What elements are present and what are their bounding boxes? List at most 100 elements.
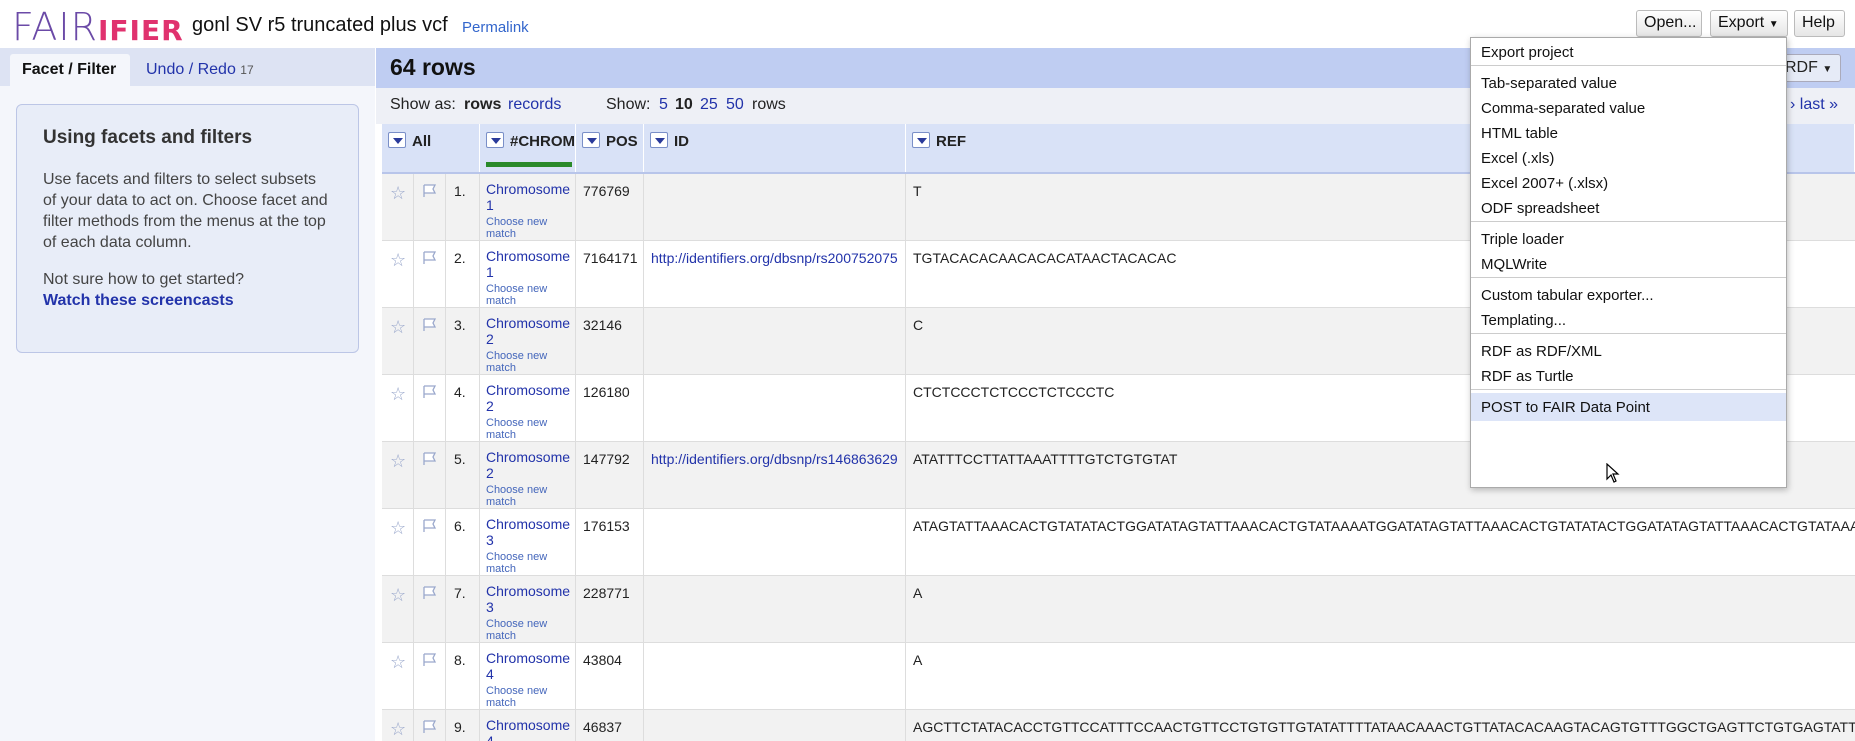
table-row: ☆ 7. Chromosome 3 Choose new match 228771 A bbox=[382, 576, 1855, 643]
id-cell[interactable] bbox=[644, 375, 906, 442]
chrom-match-link[interactable]: Chromosome 4 bbox=[486, 650, 570, 682]
id-cell[interactable]: http://identifiers.org/dbsnp/rs146863629 bbox=[644, 442, 906, 509]
flag-cell bbox=[414, 174, 446, 241]
export-menu-item[interactable]: Custom tabular exporter... bbox=[1471, 281, 1786, 309]
view-rows-option[interactable]: rows bbox=[464, 96, 501, 114]
choose-new-match-link[interactable]: Choose new match bbox=[486, 283, 569, 307]
star-icon[interactable]: ☆ bbox=[390, 183, 406, 204]
export-menu-item[interactable]: MQLWrite bbox=[1471, 250, 1786, 278]
permalink-link[interactable]: Permalink bbox=[462, 19, 529, 36]
id-cell[interactable] bbox=[644, 710, 906, 741]
column-header-chrom[interactable]: #CHROM bbox=[480, 124, 576, 172]
flag-cell bbox=[414, 710, 446, 741]
export-menu-item[interactable]: RDF as RDF/XML bbox=[1471, 337, 1786, 365]
id-cell[interactable] bbox=[644, 174, 906, 241]
star-cell: ☆ bbox=[382, 174, 414, 241]
page-size-10[interactable]: 10 bbox=[675, 96, 693, 114]
pos-cell: 126180 bbox=[576, 375, 644, 442]
export-menu-item[interactable]: Templating... bbox=[1471, 306, 1786, 334]
star-cell: ☆ bbox=[382, 710, 414, 741]
id-cell[interactable] bbox=[644, 308, 906, 375]
undo-count-badge: 17 bbox=[240, 63, 254, 77]
flag-icon[interactable] bbox=[422, 519, 438, 533]
open-button[interactable]: Open... bbox=[1636, 10, 1702, 37]
table-row: ☆ 9.Chromosome 4Choose new match46837 AGCT… bbox=[382, 710, 1855, 741]
column-header-id[interactable]: ID bbox=[644, 124, 906, 172]
star-icon[interactable]: ☆ bbox=[390, 384, 406, 405]
id-cell[interactable] bbox=[644, 509, 906, 576]
project-title[interactable]: gonl SV r5 truncated plus vcf bbox=[192, 14, 448, 37]
flag-icon[interactable] bbox=[422, 184, 438, 198]
choose-new-match-link[interactable]: Choose new match bbox=[486, 350, 569, 374]
export-menu-item[interactable]: Tab-separated value bbox=[1471, 69, 1786, 97]
chrom-match-link[interactable]: Chromosome 3 bbox=[486, 583, 570, 615]
choose-new-match-link[interactable]: Choose new match bbox=[486, 216, 569, 240]
id-cell[interactable]: http://identifiers.org/dbsnp/rs200752075 bbox=[644, 241, 906, 308]
column-menu-icon[interactable] bbox=[582, 132, 600, 148]
flag-cell bbox=[414, 241, 446, 308]
chrom-match-link[interactable]: Chromosome 4 bbox=[486, 717, 570, 741]
ref-cell: A bbox=[913, 652, 923, 668]
id-cell[interactable] bbox=[644, 643, 906, 710]
export-menu-item[interactable]: Comma-separated value bbox=[1471, 94, 1786, 122]
export-menu-item[interactable]: Excel (.xls) bbox=[1471, 144, 1786, 172]
chrom-match-link[interactable]: Chromosome 1 bbox=[486, 248, 570, 280]
column-menu-icon[interactable] bbox=[912, 132, 930, 148]
export-menu-item[interactable]: Excel 2007+ (.xlsx) bbox=[1471, 169, 1786, 197]
star-icon[interactable]: ☆ bbox=[390, 585, 406, 606]
export-menu-item[interactable]: ODF spreadsheet bbox=[1471, 194, 1786, 222]
column-header-all[interactable]: All bbox=[382, 124, 480, 172]
star-icon[interactable]: ☆ bbox=[390, 719, 406, 740]
export-menu-item[interactable]: HTML table bbox=[1471, 119, 1786, 147]
choose-new-match-link[interactable]: Choose new match bbox=[486, 685, 569, 709]
star-icon[interactable]: ☆ bbox=[390, 451, 406, 472]
export-menu-item[interactable]: Triple loader bbox=[1471, 225, 1786, 253]
star-icon[interactable]: ☆ bbox=[390, 518, 406, 539]
flag-icon[interactable] bbox=[422, 720, 438, 734]
view-records-option[interactable]: records bbox=[508, 96, 561, 114]
fairifier-logo[interactable]: FAIRIFIER bbox=[12, 8, 184, 50]
page-size-50[interactable]: 50 bbox=[726, 96, 744, 114]
star-icon[interactable]: ☆ bbox=[390, 317, 406, 338]
pager-last[interactable]: › last » bbox=[1790, 96, 1838, 114]
flag-icon[interactable] bbox=[422, 251, 438, 265]
page-size-5[interactable]: 5 bbox=[659, 96, 668, 114]
row-index: 3. bbox=[446, 308, 480, 375]
flag-icon[interactable] bbox=[422, 452, 438, 466]
chrom-match-link[interactable]: Chromosome 2 bbox=[486, 382, 570, 414]
choose-new-match-link[interactable]: Choose new match bbox=[486, 484, 569, 508]
flag-cell bbox=[414, 375, 446, 442]
chrom-cell: Chromosome 3 Choose new match bbox=[480, 509, 576, 576]
tab-undo-redo[interactable]: Undo / Redo 17 bbox=[134, 54, 266, 86]
flag-icon[interactable] bbox=[422, 653, 438, 667]
chrom-match-link[interactable]: Chromosome 2 bbox=[486, 449, 570, 481]
choose-new-match-link[interactable]: Choose new match bbox=[486, 417, 569, 441]
column-menu-icon[interactable] bbox=[388, 132, 406, 148]
column-menu-icon[interactable] bbox=[486, 132, 504, 148]
column-menu-icon[interactable] bbox=[650, 132, 668, 148]
star-icon[interactable]: ☆ bbox=[390, 652, 406, 673]
chrom-match-link[interactable]: Chromosome 2 bbox=[486, 315, 570, 347]
export-button[interactable]: Export ▼ bbox=[1710, 10, 1788, 37]
id-cell[interactable] bbox=[644, 576, 906, 643]
table-row: ☆ 6. Chromosome 3 Choose new match 176153 ATA… bbox=[382, 509, 1855, 576]
export-menu-item[interactable]: POST to FAIR Data Point bbox=[1471, 393, 1786, 421]
page-size-25[interactable]: 25 bbox=[700, 96, 718, 114]
flag-icon[interactable] bbox=[422, 385, 438, 399]
export-menu-item[interactable]: RDF as Turtle bbox=[1471, 362, 1786, 390]
flag-icon[interactable] bbox=[422, 586, 438, 600]
help-body: Use facets and filters to select subsets… bbox=[43, 171, 328, 251]
screencasts-link[interactable]: Watch these screencasts bbox=[43, 290, 332, 311]
export-menu-item[interactable]: Export project bbox=[1471, 38, 1786, 66]
tab-facet-filter[interactable]: Facet / Filter bbox=[10, 54, 130, 86]
chrom-match-link[interactable]: Chromosome 3 bbox=[486, 516, 570, 548]
flag-icon[interactable] bbox=[422, 318, 438, 332]
star-icon[interactable]: ☆ bbox=[390, 250, 406, 271]
row-index: 9. bbox=[446, 710, 480, 741]
column-header-pos[interactable]: POS bbox=[576, 124, 644, 172]
chrom-cell: Chromosome 2 Choose new match bbox=[480, 308, 576, 375]
choose-new-match-link[interactable]: Choose new match bbox=[486, 618, 569, 642]
help-button[interactable]: Help bbox=[1794, 10, 1845, 37]
choose-new-match-link[interactable]: Choose new match bbox=[486, 551, 569, 575]
chrom-match-link[interactable]: Chromosome 1 bbox=[486, 181, 570, 213]
